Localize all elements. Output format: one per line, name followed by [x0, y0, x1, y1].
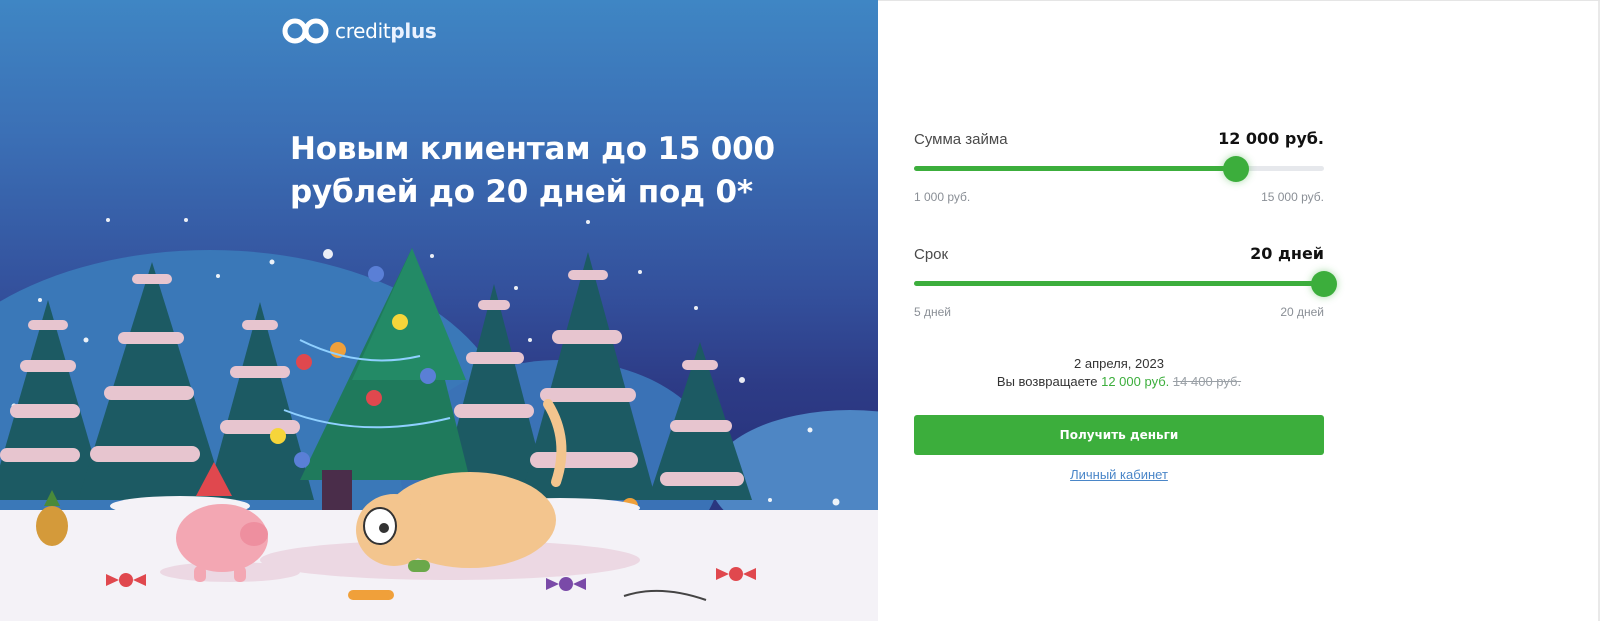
amount-range: 1 000 руб. 15 000 руб.	[914, 190, 1324, 204]
amount-slider[interactable]	[914, 156, 1324, 182]
brand-name-part2: plus	[390, 19, 437, 43]
personal-cabinet-link[interactable]: Личный кабинет	[914, 467, 1324, 482]
repayment-amount: 12 000 руб.	[1101, 374, 1170, 389]
winter-scene-illustration	[0, 218, 878, 621]
amount-label: Сумма займа	[914, 131, 1008, 148]
term-max-label: 20 дней	[1280, 305, 1324, 319]
brand-name: creditplus	[335, 19, 437, 43]
amount-header: Сумма займа 12 000 руб.	[914, 129, 1324, 148]
term-range: 5 дней 20 дней	[914, 305, 1324, 319]
logo-mark-icon	[282, 18, 329, 44]
term-slider-fill	[914, 281, 1324, 286]
loan-calculator-panel: Сумма займа 12 000 руб. 1 000 руб. 15 00…	[878, 0, 1600, 621]
brand-name-part1: credit	[335, 19, 391, 43]
amount-slider-handle[interactable]	[1223, 156, 1250, 182]
term-min-label: 5 дней	[914, 305, 952, 319]
amount-min-label: 1 000 руб.	[914, 190, 971, 204]
promo-headline: Новым клиентам до 15 000 рублей до 20 дн…	[290, 131, 775, 210]
loan-form: Сумма займа 12 000 руб. 1 000 руб. 15 00…	[914, 129, 1337, 482]
term-block: Срок 20 дней 5 дней 20 дней	[914, 244, 1337, 319]
repayment-date: 2 апреля, 2023	[1074, 356, 1164, 371]
repayment-summary: 2 апреля, 2023 Вы возвращаете 12 000 руб…	[914, 355, 1324, 391]
amount-value: 12 000 руб.	[1218, 129, 1324, 148]
brand-logo[interactable]: creditplus	[282, 18, 437, 44]
get-money-button[interactable]: Получить деньги	[914, 415, 1324, 455]
amount-max-label: 15 000 руб.	[1261, 190, 1324, 204]
promo-banner: creditplus Новым клиентам до 15 000 рубл…	[0, 0, 878, 621]
repayment-prefix: Вы возвращаете	[996, 374, 1098, 389]
term-label: Срок	[914, 246, 949, 263]
term-header: Срок 20 дней	[914, 244, 1324, 263]
repayment-line: Вы возвращаете 12 000 руб. 14 400 руб.	[914, 373, 1324, 391]
repayment-old-amount: 14 400 руб.	[1172, 374, 1242, 389]
amount-slider-fill	[914, 166, 1237, 171]
term-slider-handle[interactable]	[1311, 271, 1337, 297]
term-value: 20 дней	[1250, 244, 1324, 263]
term-slider[interactable]	[914, 271, 1337, 297]
